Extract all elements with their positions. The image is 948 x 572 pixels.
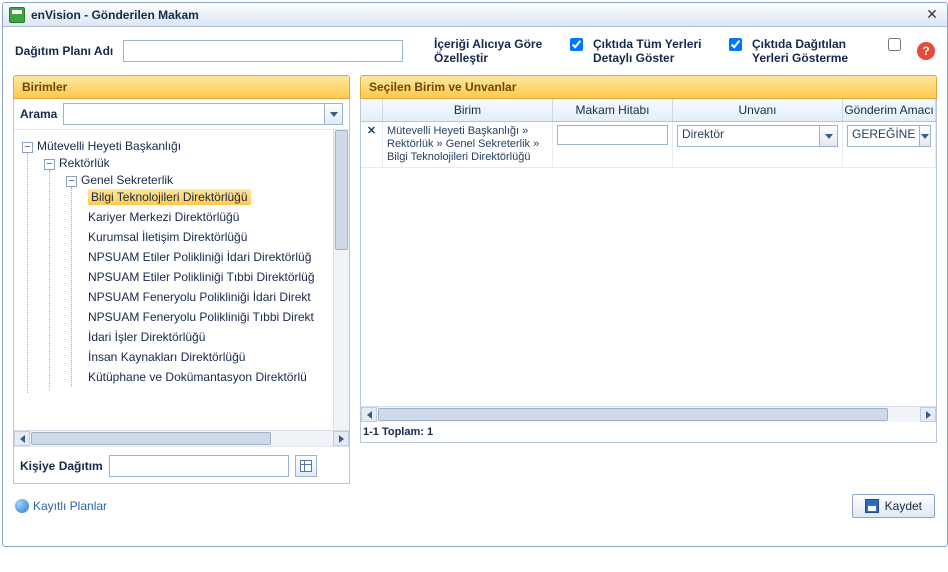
option-customize: İçeriği Alıcıya Göre Özelleştir [434, 37, 583, 65]
grid-header-birim[interactable]: Birim [383, 99, 553, 121]
scrollbar-thumb[interactable] [378, 408, 888, 421]
tree-node[interactable]: −Rektörlük −Genel Sekreterlik Bilgi Tekn… [44, 153, 331, 393]
close-icon[interactable]: ✕ [923, 6, 941, 24]
person-distribution-label: Kişiye Dağıtım [20, 459, 103, 473]
cell-unvan: Direktör [673, 122, 843, 167]
amac-dropdown-button[interactable] [919, 126, 930, 146]
search-row: Arama [14, 99, 349, 130]
selected-panel: Seçilen Birim ve Unvanlar Birim Makam Hi… [360, 75, 937, 484]
tree-node[interactable]: −Genel Sekreterlik Bilgi Teknolojileri D… [66, 170, 331, 390]
option-detail-label: Çıktıda Tüm Yerleri Detaylı Göster [593, 37, 723, 65]
option-detail-checkbox[interactable] [729, 38, 742, 51]
save-button-label: Kaydet [885, 499, 922, 513]
person-distribution-input[interactable] [109, 455, 289, 477]
tree-leaf[interactable]: Kütüphane ve Dokümantasyon Direktörlü [88, 367, 331, 387]
cell-birim: Mütevelli Heyeti Başkanlığı » Rektörlük … [383, 122, 553, 167]
titlebar: enVision - Gönderilen Makam ✕ [3, 3, 947, 27]
collapse-icon[interactable]: − [66, 176, 77, 187]
scrollbar-thumb[interactable] [31, 432, 271, 445]
search-input[interactable] [64, 104, 324, 124]
selected-panel-header: Seçilen Birim ve Unvanlar [360, 75, 937, 99]
option-detail: Çıktıda Tüm Yerleri Detaylı Göster [593, 37, 742, 65]
units-panel: Birimler Arama −Mütevelli Heyeti Başkanl… [13, 75, 350, 484]
tree-leaf[interactable]: İdari İşler Direktörlüğü [88, 327, 331, 347]
app-icon [9, 7, 25, 23]
chevron-right-icon [339, 435, 344, 443]
grid-header: Birim Makam Hitabı Unvanı Gönderim Amacı [361, 99, 936, 122]
saved-plans-label: Kayıtlı Planlar [33, 499, 107, 513]
tree-vertical-scrollbar[interactable] [333, 130, 349, 430]
chevron-right-icon [926, 411, 931, 419]
scroll-left-button[interactable] [14, 431, 30, 446]
grid-body: ✕ Mütevelli Heyeti Başkanlığı » Rektörlü… [361, 122, 936, 406]
option-hide-label: Çıktıda Dağıtılan Yerleri Gösterme [752, 37, 882, 65]
hitap-input[interactable] [557, 125, 668, 145]
grid-horizontal-scrollbar[interactable] [361, 406, 936, 422]
option-hide-checkbox[interactable] [888, 38, 901, 51]
amac-combo[interactable]: GEREĞİNE [847, 125, 931, 147]
option-customize-label: İçeriği Alıcıya Göre Özelleştir [434, 37, 564, 65]
scroll-left-button[interactable] [361, 407, 377, 422]
table-row: ✕ Mütevelli Heyeti Başkanlığı » Rektörlü… [361, 122, 936, 168]
chevron-down-icon [330, 112, 338, 117]
search-dropdown-button[interactable] [324, 104, 342, 124]
tree-leaf[interactable]: NPSUAM Etiler Polikliniği Tıbbi Direktör… [88, 267, 331, 287]
chevron-left-icon [367, 411, 372, 419]
globe-icon [15, 499, 29, 513]
tree-node[interactable]: −Mütevelli Heyeti Başkanlığı −Rektörlük … [22, 136, 331, 396]
person-distribution-row: Kişiye Dağıtım [14, 446, 349, 483]
tree-leaf[interactable]: NPSUAM Feneryolu Polikliniği Tıbbi Direk… [88, 307, 331, 327]
window: enVision - Gönderilen Makam ✕ Dağıtım Pl… [2, 2, 948, 547]
top-options-row: Dağıtım Planı Adı İçeriği Alıcıya Göre Ö… [3, 27, 947, 71]
grid-header-delete [361, 99, 383, 121]
unit-tree[interactable]: −Mütevelli Heyeti Başkanlığı −Rektörlük … [14, 130, 333, 430]
tree-leaf[interactable]: İnsan Kaynakları Direktörlüğü [88, 347, 331, 367]
grid-header-hitap[interactable]: Makam Hitabı [553, 99, 673, 121]
plan-name-label: Dağıtım Planı Adı [15, 44, 113, 58]
chevron-left-icon [20, 435, 25, 443]
chevron-down-icon [921, 134, 929, 139]
unvan-dropdown-button[interactable] [819, 126, 837, 146]
scroll-right-button[interactable] [920, 407, 936, 422]
grid-footer: 1-1 Toplam: 1 [361, 422, 936, 442]
window-title: enVision - Gönderilen Makam [31, 8, 923, 22]
tree-horizontal-scrollbar[interactable] [14, 430, 349, 446]
scrollbar-thumb[interactable] [335, 130, 348, 250]
tree-leaf[interactable]: NPSUAM Etiler Polikliniği İdari Direktör… [88, 247, 331, 267]
tree-leaf[interactable]: Bilgi Teknolojileri Direktörlüğü [88, 187, 331, 207]
option-customize-checkbox[interactable] [570, 38, 583, 51]
cell-amac: GEREĞİNE [843, 122, 936, 167]
amac-value: GEREĞİNE [848, 126, 919, 146]
option-hide: Çıktıda Dağıtılan Yerleri Gösterme [752, 37, 901, 65]
tree-leaf[interactable]: Kariyer Merkezi Direktörlüğü [88, 207, 331, 227]
unvan-value: Direktör [678, 126, 819, 146]
unvan-combo[interactable]: Direktör [677, 125, 838, 147]
tree-leaf[interactable]: Kurumsal İletişim Direktörlüğü [88, 227, 331, 247]
chevron-down-icon [825, 134, 833, 139]
bottom-bar: Kayıtlı Planlar Kaydet [3, 488, 947, 528]
grid-header-unvan[interactable]: Unvanı [673, 99, 843, 121]
collapse-icon[interactable]: − [44, 159, 55, 170]
help-icon[interactable]: ? [917, 42, 935, 60]
person-picker-button[interactable] [295, 455, 317, 477]
units-panel-header: Birimler [13, 75, 350, 99]
tree-leaf[interactable]: NPSUAM Feneryolu Polikliniği İdari Direk… [88, 287, 331, 307]
delete-row-button[interactable]: ✕ [361, 122, 383, 167]
cell-hitap[interactable] [553, 122, 673, 167]
save-icon [865, 499, 879, 513]
save-button[interactable]: Kaydet [852, 494, 935, 518]
scroll-right-button[interactable] [333, 431, 349, 446]
saved-plans-link[interactable]: Kayıtlı Planlar [15, 499, 107, 513]
plan-name-input[interactable] [123, 40, 403, 62]
grid-header-amac[interactable]: Gönderim Amacı [843, 99, 936, 121]
search-combo[interactable] [63, 103, 343, 125]
collapse-icon[interactable]: − [22, 142, 33, 153]
search-label: Arama [20, 107, 57, 121]
grid-icon [300, 460, 312, 472]
